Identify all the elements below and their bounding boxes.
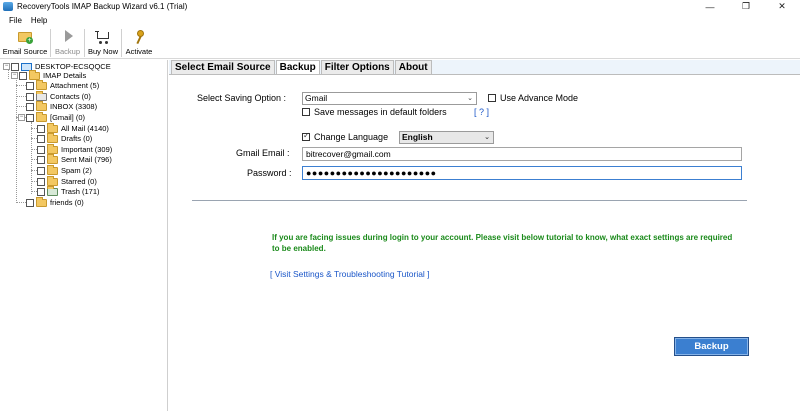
trash-icon (47, 185, 58, 196)
folder-icon (47, 175, 58, 186)
collapse-toggle-icon[interactable]: − (18, 114, 25, 121)
activate-button[interactable]: Activate (122, 27, 156, 58)
checkbox-box[interactable] (488, 94, 496, 102)
maximize-button[interactable]: ❐ (728, 0, 764, 13)
menu-bar: File Help (0, 14, 800, 26)
change-language-checkbox[interactable]: Change Language (302, 131, 388, 142)
collapse-toggle-icon[interactable]: − (11, 72, 18, 79)
checkbox-box[interactable] (302, 108, 310, 116)
tree-checkbox[interactable] (26, 92, 34, 101)
minimize-button[interactable]: — (692, 0, 728, 13)
tree-item[interactable]: Spam (2) (37, 164, 92, 176)
tree-item[interactable]: INBOX (3308) (26, 100, 97, 112)
folder-icon (47, 122, 58, 133)
tree-checkbox[interactable] (26, 198, 34, 207)
collapse-toggle-icon[interactable]: − (3, 63, 10, 70)
tree-checkbox[interactable] (37, 145, 45, 154)
inbox-folder-icon (36, 100, 47, 111)
chevron-down-icon: ⌄ (484, 134, 490, 141)
folder-icon (29, 69, 40, 80)
cart-icon (95, 29, 111, 44)
backup-panel: Select Saving Option : Gmail ⌄ Use Advan… (169, 74, 800, 411)
help-link[interactable]: [ ? ] (474, 107, 489, 117)
window-title: RecoveryTools IMAP Backup Wizard v6.1 (T… (17, 2, 188, 11)
tree-checkbox[interactable] (37, 124, 45, 133)
tree-checkbox[interactable] (37, 187, 45, 196)
backup-button[interactable]: Backup (674, 337, 749, 356)
gmail-email-label: Gmail Email : (236, 148, 290, 158)
chevron-down-icon: ⌄ (467, 95, 473, 102)
tree-checkbox[interactable] (37, 155, 45, 164)
buy-now-button[interactable]: Buy Now (85, 27, 121, 58)
backup-toolbar-button[interactable]: Backup (51, 27, 84, 58)
toolbar: + Email Source Backup Buy Now Activate (0, 27, 800, 59)
close-button[interactable]: ✕ (764, 0, 800, 13)
tree-checkbox[interactable] (37, 177, 45, 186)
login-notice: If you are facing issues during login to… (272, 233, 733, 253)
tree-checkbox[interactable] (19, 71, 27, 80)
menu-help[interactable]: Help (31, 16, 47, 25)
tree-checkbox[interactable] (37, 134, 45, 143)
email-source-button[interactable]: + Email Source (0, 27, 50, 58)
folder-icon (36, 79, 47, 90)
menu-file[interactable]: File (9, 16, 22, 25)
folder-tree: − DESKTOP-ECSQQCE − IMAP Details Attachm… (0, 60, 168, 411)
gmail-email-input[interactable] (302, 147, 742, 161)
tree-checkbox[interactable] (37, 166, 45, 175)
tree-checkbox[interactable] (26, 102, 34, 111)
tree-item[interactable]: Sent Mail (796) (37, 153, 112, 165)
tab-backup[interactable]: Backup (275, 60, 320, 74)
folder-icon (47, 143, 58, 154)
tutorial-link[interactable]: [ Visit Settings & Troubleshooting Tutor… (270, 269, 430, 279)
window-controls: — ❐ ✕ (692, 0, 800, 13)
key-icon (131, 29, 147, 45)
tree-item-gmail[interactable]: − [Gmail] (0) (18, 111, 85, 123)
saving-option-value: Gmail (305, 93, 328, 103)
play-icon (60, 29, 76, 44)
contacts-icon (36, 90, 47, 101)
tab-bar: Select Email Source Backup Filter Option… (171, 60, 433, 74)
password-label: Password : (247, 168, 292, 178)
tree-item[interactable]: Drafts (0) (37, 132, 92, 144)
checkbox-box[interactable] (302, 131, 310, 141)
divider (192, 200, 747, 201)
app-icon (3, 2, 13, 11)
folder-icon (36, 196, 47, 207)
tab-about[interactable]: About (394, 60, 432, 74)
folder-icon (47, 164, 58, 175)
folder-add-icon: + (17, 29, 33, 44)
language-select[interactable]: English ⌄ (399, 131, 494, 144)
tree-item[interactable]: Trash (171) (37, 185, 100, 197)
tab-filter-options[interactable]: Filter Options (320, 60, 394, 74)
save-default-folders-checkbox[interactable]: Save messages in default folders (302, 107, 447, 117)
sent-folder-icon (47, 153, 58, 164)
password-input[interactable]: ●●●●●●●●●●●●●●●●●●●●●● (302, 166, 742, 180)
tab-select-email-source[interactable]: Select Email Source (171, 60, 275, 74)
title-bar: RecoveryTools IMAP Backup Wizard v6.1 (T… (0, 0, 800, 13)
folder-icon (36, 111, 47, 122)
language-value: English (402, 132, 433, 142)
saving-option-label: Select Saving Option : (197, 93, 287, 103)
saving-option-select[interactable]: Gmail ⌄ (302, 92, 477, 105)
tree-checkbox[interactable] (26, 81, 34, 90)
tree-item[interactable]: Attachment (5) (26, 79, 99, 91)
tree-checkbox[interactable] (26, 113, 34, 122)
advance-mode-checkbox[interactable]: Use Advance Mode (488, 93, 578, 103)
main-content: Select Email Source Backup Filter Option… (169, 60, 800, 411)
folder-icon (47, 132, 58, 143)
tree-item[interactable]: friends (0) (26, 196, 84, 208)
